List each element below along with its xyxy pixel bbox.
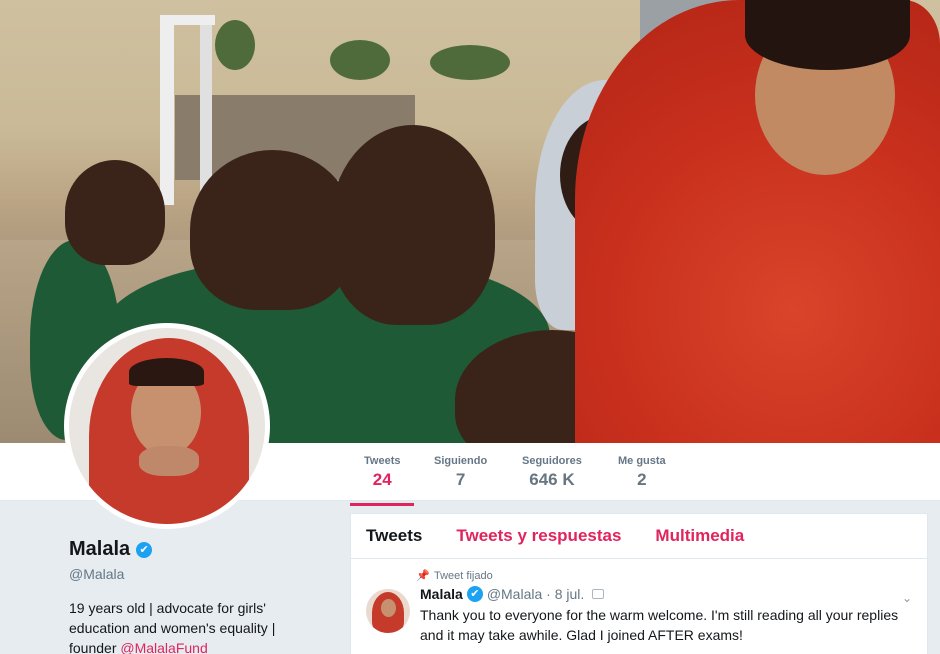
header-pole-bar [160, 15, 215, 25]
bush [215, 20, 255, 70]
profile-name[interactable]: Malala [69, 538, 130, 561]
tweet[interactable]: 📌 Tweet fijado Malala ✔ @Malala · 8 jul.… [351, 559, 927, 654]
avatar-hair [129, 358, 204, 386]
profile-bio: 19 years old | advocate for girls' educa… [69, 598, 299, 654]
stat-likes[interactable]: Me gusta 2 [618, 455, 666, 490]
child-head-smiling [330, 125, 495, 325]
stat-label: Me gusta [618, 455, 666, 467]
header-pole-2 [200, 25, 212, 195]
avatar-image [69, 328, 265, 524]
chevron-down-icon[interactable]: ⌄ [902, 591, 912, 605]
profile-handle[interactable]: @Malala [69, 566, 329, 582]
media-icon [592, 589, 605, 599]
tab-media[interactable]: Multimedia [655, 526, 744, 546]
pinned-indicator: 📌 Tweet fijado [416, 569, 912, 583]
tweet-avatar[interactable] [366, 589, 410, 633]
child-head [65, 160, 165, 265]
tab-tweets[interactable]: Tweets [366, 526, 422, 546]
avatar-hands [139, 446, 199, 476]
verified-icon: ✔ [466, 586, 483, 602]
verified-icon: ✔ [136, 541, 153, 558]
bush [430, 45, 510, 80]
pin-icon: 📌 [416, 570, 430, 582]
tweet-author-name[interactable]: Malala [420, 586, 463, 602]
stat-label: Seguidores [522, 455, 582, 467]
timeline-tabs: Tweets Tweets y respuestas Multimedia [351, 514, 927, 559]
tab-tweets-replies[interactable]: Tweets y respuestas [456, 526, 621, 546]
stat-followers[interactable]: Seguidores 646 K [522, 455, 582, 490]
timeline: Tweets Tweets y respuestas Multimedia 📌 … [350, 513, 928, 654]
profile-card: Malala ✔ @Malala 19 years old | advocate… [69, 538, 329, 654]
stat-value: 24 [372, 470, 392, 489]
stat-tweets[interactable]: Tweets 24 [349, 455, 416, 506]
stat-value: 646 K [529, 470, 575, 489]
stat-value: 2 [637, 470, 647, 489]
header-pole [160, 15, 174, 205]
pinned-label: Tweet fijado [434, 569, 493, 582]
tweet-text: Thank you to everyone for the warm welco… [420, 607, 899, 643]
stat-label: Siguiendo [434, 455, 488, 467]
stat-label: Tweets [364, 455, 401, 467]
profile-name-row: Malala ✔ [69, 538, 329, 561]
tweet-handle-date[interactable]: @Malala · 8 jul. [487, 586, 584, 602]
stat-value: 7 [455, 470, 466, 489]
stat-following[interactable]: Siguiendo 7 [434, 455, 487, 490]
tweet-header: Malala ✔ @Malala · 8 jul. [420, 586, 912, 602]
woman-hair [745, 0, 910, 70]
bio-link[interactable]: @MalalaFund [120, 640, 207, 654]
profile-avatar[interactable] [64, 323, 270, 529]
bush [330, 40, 390, 80]
